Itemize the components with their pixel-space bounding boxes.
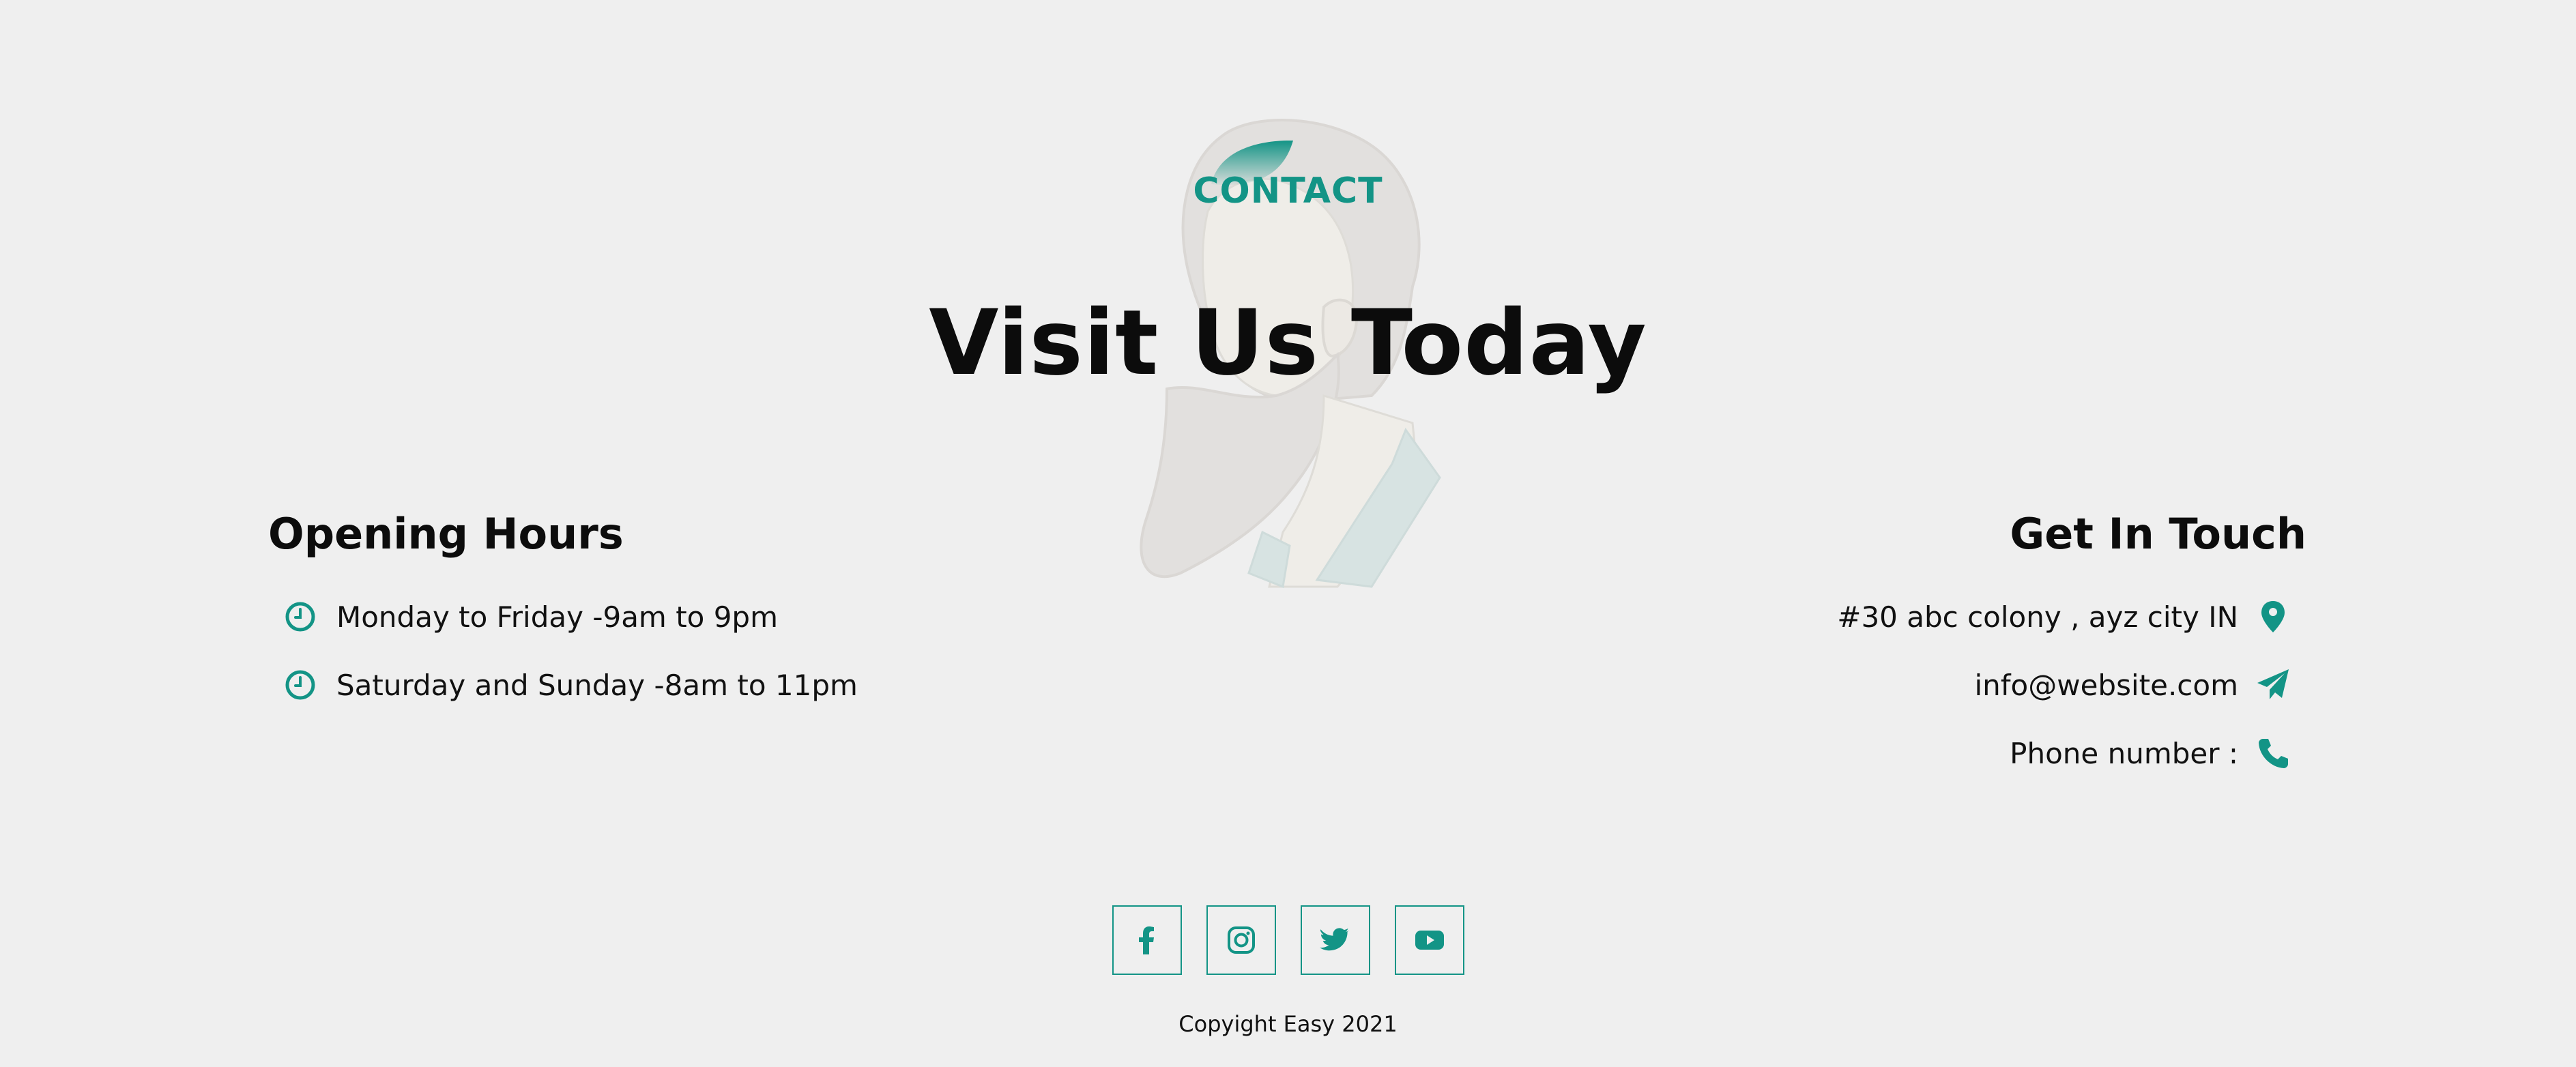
contact-list: #30 abc colony , ayz city IN info@websit… bbox=[1556, 583, 2306, 787]
email-text[interactable]: info@website.com bbox=[1974, 669, 2238, 702]
phone-icon bbox=[2259, 739, 2288, 768]
section-label: CONTACT bbox=[1193, 171, 1383, 211]
page-title: Visit Us Today bbox=[929, 291, 1647, 396]
opening-hours-section: Opening Hours Monday to Friday -9am to 9… bbox=[268, 505, 1019, 719]
hours-list: Monday to Friday -9am to 9pm Saturday an… bbox=[268, 583, 1019, 719]
list-item: Monday to Friday -9am to 9pm bbox=[268, 583, 1019, 651]
email-item: info@website.com bbox=[1556, 651, 2306, 719]
clock-icon bbox=[285, 670, 315, 700]
social-links bbox=[0, 905, 2576, 975]
twitter-icon bbox=[1319, 928, 1349, 951]
list-item: Saturday and Sunday -8am to 11pm bbox=[268, 651, 1019, 719]
youtube-icon bbox=[1415, 931, 1444, 950]
opening-hours-heading: Opening Hours bbox=[268, 509, 624, 559]
paper-plane-icon bbox=[2257, 669, 2289, 699]
address-item: #30 abc colony , ayz city IN bbox=[1556, 583, 2306, 651]
twitter-button[interactable] bbox=[1300, 905, 1370, 975]
clock-icon bbox=[285, 602, 315, 632]
facebook-icon bbox=[1138, 926, 1154, 954]
get-in-touch-section: Get In Touch #30 abc colony , ayz city I… bbox=[1556, 505, 2306, 787]
youtube-button[interactable] bbox=[1394, 905, 1464, 975]
get-in-touch-heading: Get In Touch bbox=[2010, 509, 2306, 559]
instagram-button[interactable] bbox=[1206, 905, 1276, 975]
address-text: #30 abc colony , ayz city IN bbox=[1837, 600, 2238, 634]
hours-text: Saturday and Sunday -8am to 11pm bbox=[336, 668, 858, 702]
phone-item: Phone number : bbox=[1556, 719, 2306, 787]
hours-text: Monday to Friday -9am to 9pm bbox=[336, 600, 779, 634]
copyright-text: Copyight Easy 2021 bbox=[1178, 1011, 1398, 1037]
map-pin-icon bbox=[2261, 601, 2285, 632]
contact-page: CONTACT Visit Us Today Opening Hours Mon… bbox=[0, 0, 2576, 1067]
facebook-button[interactable] bbox=[1112, 905, 1182, 975]
instagram-icon bbox=[1227, 926, 1255, 954]
phone-text: Phone number : bbox=[2010, 736, 2238, 770]
